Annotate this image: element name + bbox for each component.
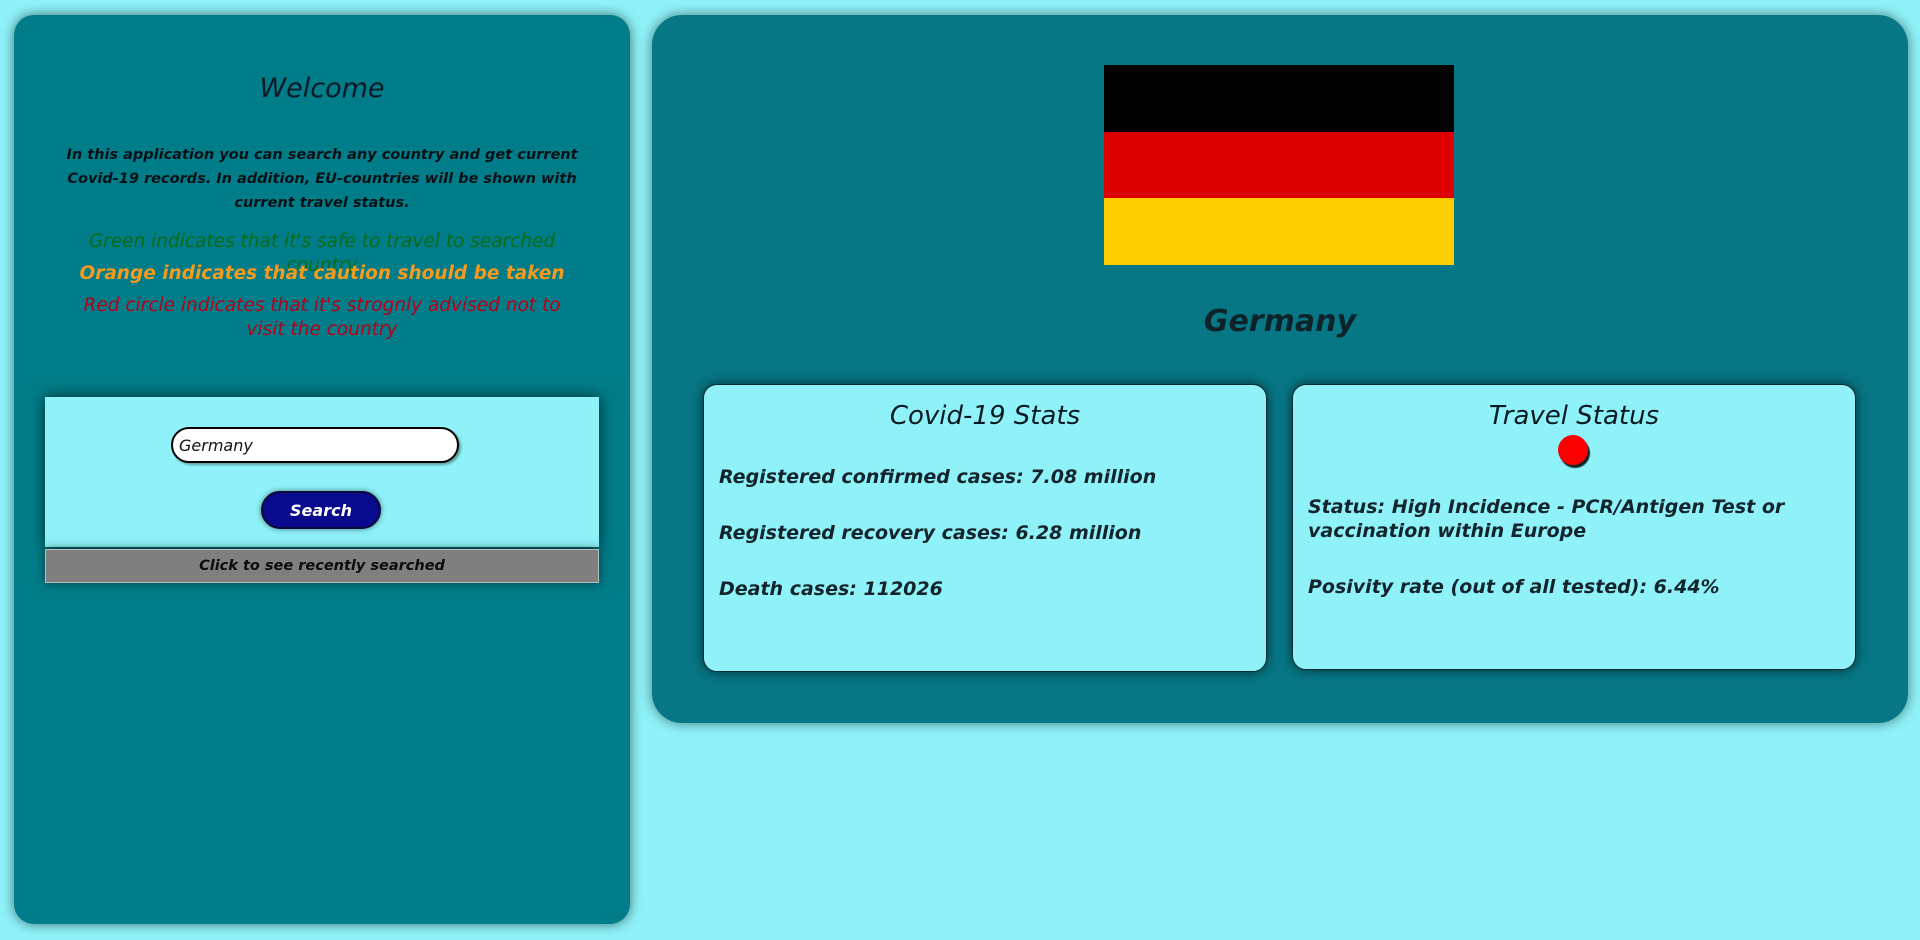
legend-red-text: Red circle indicates that it's strognly … (83, 295, 561, 340)
legend-orange-text: Orange indicates that caution should be … (79, 263, 565, 284)
positivity-rate-text: Posivity rate (out of all tested): 6.44% (1308, 576, 1720, 598)
death-cases-text: Death cases: 112026 (719, 578, 943, 600)
intro-text: In this application you can search any c… (66, 147, 578, 211)
country-name: Germany (1203, 304, 1357, 339)
recovered-cases-text: Registered recovery cases: 6.28 million (719, 522, 1142, 544)
travel-status-card: Travel Status Status: High Incidence - P… (1292, 384, 1856, 670)
covid-stats-card: Covid-19 Stats Registered confirmed case… (703, 384, 1267, 672)
search-input[interactable] (171, 427, 459, 463)
travel-status-indicator-icon (1558, 435, 1588, 465)
search-button[interactable]: Search (261, 491, 381, 529)
sidebar-panel: Welcome In this application you can sear… (14, 15, 630, 924)
covid-stats-title: Covid-19 Stats (889, 401, 1081, 431)
welcome-title: Welcome (259, 73, 385, 104)
travel-status-title: Travel Status (1488, 401, 1660, 431)
country-flag (1104, 65, 1454, 265)
recently-searched-button[interactable]: Click to see recently searched (45, 549, 599, 583)
confirmed-cases-text: Registered confirmed cases: 7.08 million (719, 466, 1157, 488)
flag-stripe-middle (1104, 131, 1454, 199)
country-panel: Germany Covid-19 Stats Registered confir… (652, 15, 1908, 723)
flag-stripe-bottom (1104, 198, 1454, 265)
search-box: Search (45, 397, 599, 547)
travel-status-text: Status: High Incidence - PCR/Antigen Tes… (1308, 496, 1785, 542)
flag-stripe-top (1104, 65, 1454, 132)
